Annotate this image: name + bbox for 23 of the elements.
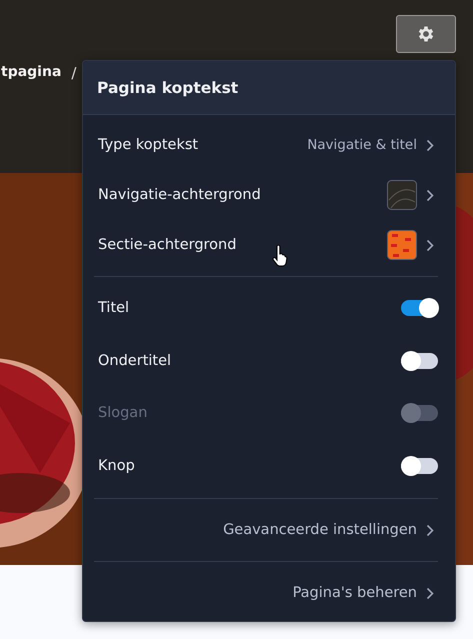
toggle-label: Slogan: [98, 405, 148, 422]
chevron-icon: [426, 586, 434, 600]
toggle-switch[interactable]: [401, 352, 438, 369]
chevron-icon: [426, 188, 434, 202]
breadcrumb-link[interactable]: tpagina: [1, 64, 62, 80]
toggle-switch[interactable]: [401, 300, 438, 316]
chevron-icon: [426, 138, 434, 152]
toggle-label: Knop: [98, 458, 135, 474]
chevron-icon: [426, 238, 434, 252]
toggle-label: Titel: [98, 300, 130, 316]
toggle-label: Ondertitel: [98, 352, 172, 369]
breadcrumb-separator: /: [71, 64, 76, 82]
menu-item[interactable]: Navigatie-achtergrond: [94, 170, 438, 220]
menu-item[interactable]: Geavanceerde instellingen: [94, 499, 438, 561]
toggle-switch[interactable]: [401, 458, 438, 474]
menu-item[interactable]: Pagina's beheren: [94, 562, 438, 624]
hand-cursor-icon: [272, 245, 288, 267]
panel-title: Pagina koptekst: [97, 78, 238, 96]
chevron-icon: [426, 524, 434, 536]
settings-icon: [416, 24, 436, 44]
settings-button[interactable]: [396, 15, 456, 53]
menu-item[interactable]: Sectie-achtergrond: [94, 220, 438, 270]
menu-item[interactable]: Type koptekst Navigatie & titel: [94, 120, 438, 170]
